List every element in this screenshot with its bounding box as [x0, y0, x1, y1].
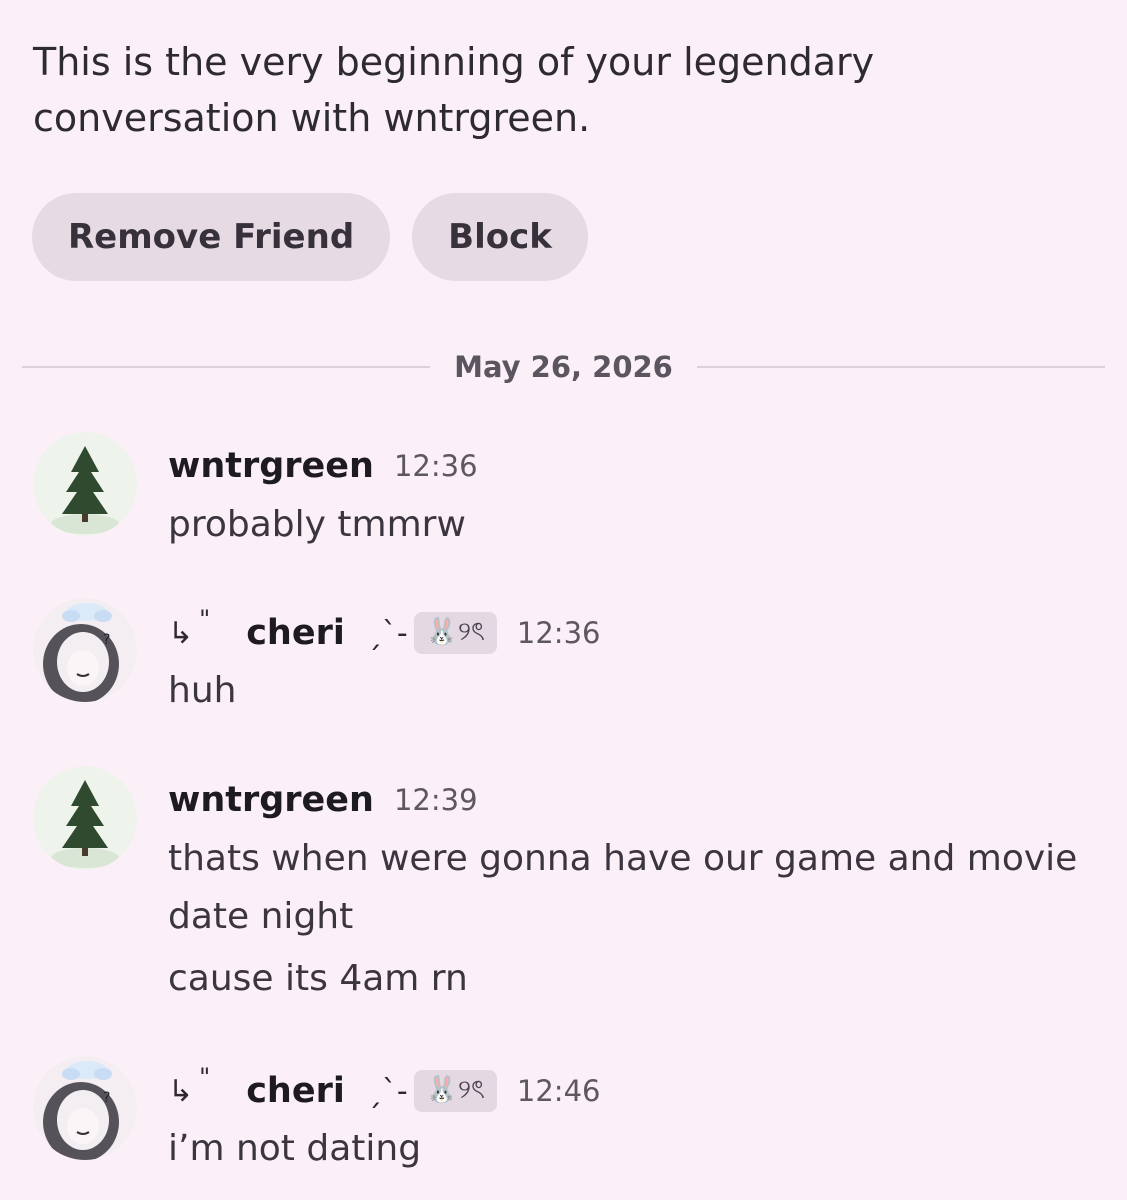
divider-line-left — [22, 366, 431, 368]
message-time: 12:46 — [516, 1074, 601, 1108]
message-text: cause its 4am rn — [168, 958, 468, 999]
block-button[interactable]: Block — [412, 193, 588, 281]
user-tag-badge[interactable]: 🐰୨ৎ — [413, 612, 497, 654]
date-divider: May 26, 2026 — [22, 345, 1105, 389]
message-time: 12:36 — [516, 616, 601, 650]
anime-girl-avatar-icon[interactable]: ? — [33, 598, 137, 702]
message-text: probably tmmrw — [168, 504, 466, 545]
friend-actions: Remove Friend Block — [32, 193, 588, 281]
message-text: huh — [168, 670, 237, 711]
anime-girl-avatar-icon[interactable]: ? — [33, 1056, 137, 1160]
username-decoration-arrow: ↳ — [168, 1073, 194, 1109]
username-decoration-quote: " — [199, 605, 211, 633]
message-time: 12:36 — [393, 449, 478, 483]
username-decoration-quote: " — [199, 1063, 211, 1091]
message-author[interactable]: cheri — [246, 613, 345, 653]
message-author[interactable]: cheri — [246, 1071, 345, 1111]
remove-friend-button[interactable]: Remove Friend — [32, 193, 391, 281]
user-tag-badge[interactable]: 🐰୨ৎ — [413, 1070, 497, 1112]
message-header: ↳ " cheri ˏˋ- 🐰୨ৎ 12:46 — [168, 1063, 601, 1112]
divider-line-right — [696, 366, 1105, 368]
message-text: thats when were gonna have our game and … — [168, 838, 1078, 937]
divider-date: May 26, 2026 — [454, 350, 673, 384]
message-author[interactable]: wntrgreen — [168, 446, 374, 486]
username-decoration-arrow: ↳ — [168, 615, 194, 651]
pine-tree-avatar-icon[interactable] — [33, 432, 137, 536]
svg-text:?: ? — [103, 1090, 110, 1106]
username-decoration-tail: ˏˋ- — [366, 615, 408, 651]
message-header: ↳ " cheri ˏˋ- 🐰୨ৎ 12:36 — [168, 605, 601, 654]
username-decoration-tail: ˏˋ- — [366, 1073, 408, 1109]
message-text: i’m not dating — [168, 1128, 422, 1169]
pine-tree-avatar-icon[interactable] — [33, 766, 137, 870]
conversation-intro: This is the very beginning of your legen… — [33, 40, 875, 140]
message-time: 12:39 — [393, 783, 478, 817]
message-header: wntrgreen 12:36 — [168, 446, 478, 486]
message-author[interactable]: wntrgreen — [168, 780, 374, 820]
message-header: wntrgreen 12:39 — [168, 780, 478, 820]
svg-text:?: ? — [103, 632, 110, 648]
